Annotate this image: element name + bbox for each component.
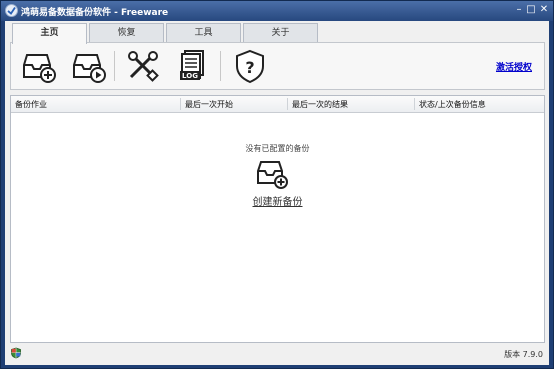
app-logo-icon — [5, 4, 18, 17]
activate-license-link[interactable]: 激活授权 — [496, 60, 532, 73]
tab-restore[interactable]: 恢复 — [89, 23, 164, 42]
column-header-status[interactable]: 状态/上次备份信息 — [419, 99, 486, 110]
new-backup-icon[interactable] — [254, 159, 290, 191]
ribbon-separator — [114, 51, 115, 81]
log-icon[interactable]: LOG — [174, 47, 212, 85]
svg-text:LOG: LOG — [182, 72, 198, 80]
restore-run-icon[interactable] — [69, 47, 107, 85]
ribbon-toolbar: LOG ? 激活授权 — [10, 42, 545, 90]
tools-icon[interactable] — [124, 47, 162, 85]
maximize-button[interactable]: □ — [525, 4, 537, 16]
column-header-last-result[interactable]: 最后一次的结果 — [292, 99, 348, 110]
backup-jobs-table: 备份作业 最后一次开始 最后一次的结果 状态/上次备份信息 没有已配置的备份 创… — [10, 95, 545, 343]
column-divider[interactable] — [180, 98, 181, 110]
tab-tools[interactable]: 工具 — [166, 23, 241, 42]
create-backup-link[interactable]: 创建新备份 — [11, 193, 544, 208]
ribbon-separator — [220, 51, 221, 81]
tab-home[interactable]: 主页 — [12, 23, 87, 44]
status-bar: 版本 7.9.0 — [5, 345, 549, 365]
app-window: 鸿萌易备数据备份软件 - Freeware – □ ✕ 主页 恢复 工具 关于 — [0, 0, 554, 369]
close-button[interactable]: ✕ — [538, 4, 550, 16]
version-label: 版本 7.9.0 — [504, 350, 543, 359]
column-divider[interactable] — [414, 98, 415, 110]
column-header-backup-job[interactable]: 备份作业 — [15, 99, 47, 110]
tab-about[interactable]: 关于 — [243, 23, 318, 42]
column-header-last-start[interactable]: 最后一次开始 — [185, 99, 233, 110]
svg-text:?: ? — [245, 58, 254, 77]
main-client-area: 主页 恢复 工具 关于 LOG ? 激活授权 备份作业 最后一次开始 最后一次的… — [5, 21, 549, 365]
table-header: 备份作业 最后一次开始 最后一次的结果 状态/上次备份信息 — [11, 96, 544, 113]
minimize-button[interactable]: – — [513, 4, 525, 16]
shield-status-icon[interactable] — [10, 347, 22, 359]
help-shield-icon[interactable]: ? — [231, 47, 269, 85]
column-divider[interactable] — [287, 98, 288, 110]
new-backup-icon[interactable] — [19, 47, 57, 85]
window-title: 鸿萌易备数据备份软件 - Freeware — [21, 8, 169, 18]
empty-state-message: 没有已配置的备份 — [245, 144, 310, 153]
title-bar[interactable]: 鸿萌易备数据备份软件 - Freeware – □ ✕ — [1, 1, 553, 21]
